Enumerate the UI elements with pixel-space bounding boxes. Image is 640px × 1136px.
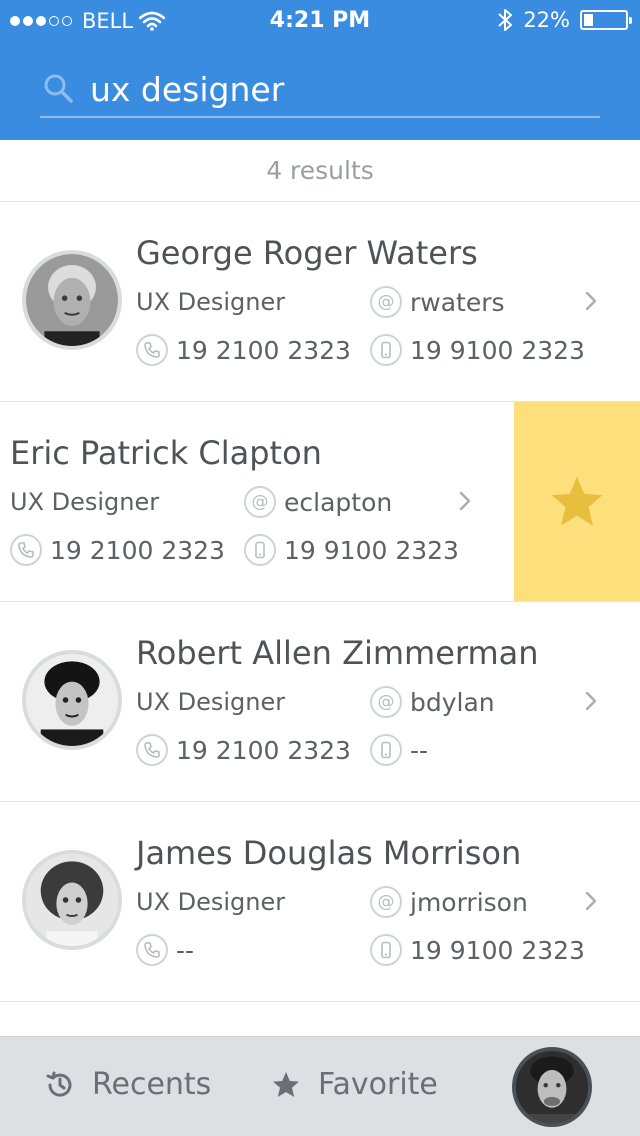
mobile-phone-icon: [370, 334, 402, 366]
chevron-right-icon[interactable]: [580, 290, 602, 312]
contact-row-content: James Douglas Morrison UX Designer @ jmorri…: [0, 802, 640, 1001]
contact-row[interactable]: Robert Allen Zimmerman UX Designer @ bdylan…: [0, 602, 640, 802]
battery-icon: [580, 10, 632, 30]
contact-username-text: jmorrison: [410, 887, 528, 917]
contact-row[interactable]: George Roger Waters UX Designer @ rwaters 19…: [0, 202, 640, 402]
search-bar[interactable]: [40, 62, 600, 118]
phone-icon: [136, 734, 168, 766]
contact-phone-text: --: [176, 935, 195, 965]
avatar: [22, 850, 122, 950]
battery-level: [584, 14, 593, 26]
phone-icon: [136, 934, 168, 966]
at-sign-icon: @: [244, 486, 276, 518]
tab-favorite[interactable]: Favorite: [270, 1067, 438, 1102]
contact-phone[interactable]: 19 2100 2323: [10, 534, 225, 566]
contact-row-content: George Roger Waters UX Designer @ rwaters 19…: [0, 202, 640, 401]
contact-mobile-text: 19 9100 2323: [410, 335, 585, 365]
contact-row-content: Robert Allen Zimmerman UX Designer @ bdylan…: [0, 602, 640, 801]
contact-mobile[interactable]: --: [370, 734, 428, 766]
contact-phone[interactable]: --: [136, 934, 194, 966]
contact-username: @ eclapton: [244, 486, 392, 518]
contact-phone[interactable]: 19 2100 2323: [136, 734, 351, 766]
contact-phone-text: 19 2100 2323: [50, 535, 225, 565]
contact-row[interactable]: James Douglas Morrison UX Designer @ jmorri…: [0, 802, 640, 1002]
contact-role: UX Designer: [10, 488, 160, 516]
contact-mobile-text: 19 9100 2323: [410, 935, 585, 965]
contact-username: @ jmorrison: [370, 886, 528, 918]
tab-recents-label: Recents: [92, 1067, 212, 1102]
chevron-right-icon[interactable]: [454, 490, 476, 512]
at-sign-icon: @: [370, 886, 402, 918]
contact-row-content: Eric Patrick Clapton UX Designer @ eclapton…: [0, 402, 514, 601]
contact-role: UX Designer: [136, 288, 286, 316]
contact-mobile[interactable]: 19 9100 2323: [370, 934, 585, 966]
phone-icon: [136, 334, 168, 366]
contact-phone-text: 19 2100 2323: [176, 335, 351, 365]
favorite-swipe-button[interactable]: [514, 402, 640, 601]
bluetooth-icon: [498, 9, 513, 31]
status-bar: BELL 4:21 PM 22%: [0, 0, 640, 40]
at-sign-icon: @: [370, 686, 402, 718]
contact-name: George Roger Waters: [136, 234, 478, 272]
profile-avatar[interactable]: [512, 1047, 592, 1127]
contact-mobile-text: --: [410, 735, 429, 765]
profile-photo: [516, 1051, 588, 1123]
mobile-phone-icon: [370, 734, 402, 766]
contact-username-text: rwaters: [410, 287, 505, 317]
battery-percent: 22%: [523, 8, 570, 32]
phone-icon: [10, 534, 42, 566]
contact-name: Eric Patrick Clapton: [10, 434, 322, 472]
contact-username: @ bdylan: [370, 686, 495, 718]
search-input[interactable]: [90, 66, 590, 112]
mobile-phone-icon: [370, 934, 402, 966]
star-icon: [551, 476, 603, 526]
chevron-right-icon[interactable]: [580, 690, 602, 712]
search-icon: [44, 74, 73, 103]
contact-username: @ rwaters: [370, 286, 505, 318]
contact-mobile[interactable]: 19 9100 2323: [370, 334, 585, 366]
contact-row[interactable]: Eric Patrick Clapton UX Designer @ eclapton…: [0, 402, 640, 602]
contact-role: UX Designer: [136, 888, 286, 916]
contact-role: UX Designer: [136, 688, 286, 716]
mobile-phone-icon: [244, 534, 276, 566]
tab-bar: Recents Favorite: [0, 1036, 640, 1136]
contact-username-text: eclapton: [284, 487, 393, 517]
app-header: BELL 4:21 PM 22%: [0, 0, 640, 140]
contact-mobile-text: 19 9100 2323: [284, 535, 459, 565]
tab-recents[interactable]: Recents: [44, 1067, 211, 1102]
contact-mobile[interactable]: 19 9100 2323: [244, 534, 459, 566]
at-sign-icon: @: [370, 286, 402, 318]
chevron-right-icon[interactable]: [580, 890, 602, 912]
contact-phone[interactable]: 19 2100 2323: [136, 334, 351, 366]
contact-name: Robert Allen Zimmerman: [136, 634, 539, 672]
status-right: 22%: [497, 8, 632, 32]
contact-phone-text: 19 2100 2323: [176, 735, 351, 765]
contact-username-text: bdylan: [410, 687, 495, 717]
star-icon: [273, 1071, 299, 1097]
tab-favorite-label: Favorite: [318, 1067, 438, 1102]
avatar: [22, 650, 122, 750]
results-count: 4 results: [0, 140, 640, 202]
clock-history-icon: [46, 1071, 72, 1097]
contact-name: James Douglas Morrison: [136, 834, 522, 872]
contact-list: George Roger Waters UX Designer @ rwaters 19…: [0, 202, 640, 1002]
avatar: [22, 250, 122, 350]
